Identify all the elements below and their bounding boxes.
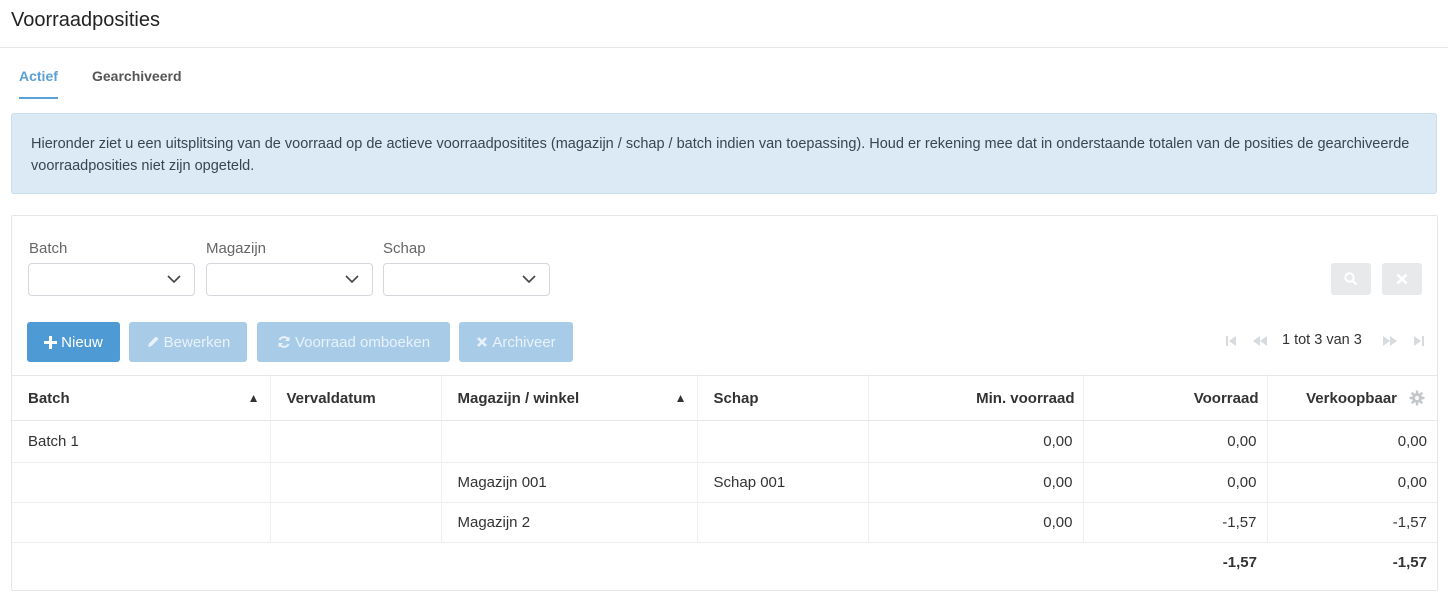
cell-magazijn: Magazijn 001 bbox=[441, 462, 698, 503]
cell-voorraad: -1,57 bbox=[1083, 502, 1268, 543]
cell-voorraad: 0,00 bbox=[1083, 462, 1268, 503]
cell-vervaldatum bbox=[270, 420, 442, 463]
column-header-batch[interactable]: Batch ▲ bbox=[12, 375, 271, 421]
cell-schap bbox=[697, 420, 869, 463]
clear-filter-button[interactable] bbox=[1382, 263, 1422, 295]
cell-vervaldatum bbox=[270, 462, 442, 503]
cell-verkoopbaar: 0,00 bbox=[1267, 420, 1437, 463]
stock-positions-panel: Batch Magazijn Schap Nieuw Bewerken Voor… bbox=[11, 215, 1438, 591]
rebook-stock-label: Voorraad omboeken bbox=[294, 333, 431, 351]
edit-button[interactable]: Bewerken bbox=[129, 322, 247, 362]
cell-min-voorraad: 0,00 bbox=[868, 502, 1084, 543]
first-page-icon[interactable] bbox=[1225, 335, 1237, 347]
archive-button[interactable]: Archiveer bbox=[459, 322, 573, 362]
total-voorraad: -1,57 bbox=[1222, 554, 1257, 572]
plus-icon bbox=[44, 335, 58, 349]
chevron-down-icon bbox=[522, 275, 536, 284]
cell-min-voorraad: 0,00 bbox=[868, 420, 1084, 463]
cell-verkoopbaar: 0,00 bbox=[1267, 462, 1437, 503]
cell-magazijn bbox=[441, 420, 698, 463]
last-page-icon[interactable] bbox=[1413, 335, 1425, 347]
cell-vervaldatum bbox=[270, 502, 442, 543]
batch-filter-label: Batch bbox=[29, 240, 68, 257]
cell-voorraad: 0,00 bbox=[1083, 420, 1268, 463]
table-row[interactable]: Magazijn 2 0,00 -1,57 -1,57 bbox=[12, 502, 1437, 543]
column-header-min-voorraad[interactable]: Min. voorraad bbox=[868, 375, 1084, 421]
cell-batch bbox=[12, 462, 271, 503]
sort-ascending-icon: ▲ bbox=[674, 391, 687, 405]
sort-ascending-icon: ▲ bbox=[247, 391, 260, 405]
cell-batch: Batch 1 bbox=[12, 420, 271, 463]
new-button-label: Nieuw bbox=[61, 333, 103, 351]
table-row[interactable]: Magazijn 001 Schap 001 0,00 0,00 0,00 bbox=[12, 462, 1437, 503]
column-header-verkoopbaar[interactable]: Verkoopbaar bbox=[1267, 375, 1437, 421]
tab-actief[interactable]: Actief bbox=[19, 68, 58, 99]
info-alert: Hieronder ziet u een uitsplitsing van de… bbox=[11, 113, 1437, 194]
magazijn-filter-select[interactable] bbox=[206, 263, 373, 296]
cell-schap: Schap 001 bbox=[697, 462, 869, 503]
table-header-row: Batch ▲ Vervaldatum Magazijn / winkel ▲ Sc… bbox=[12, 375, 1437, 421]
schap-filter-select[interactable] bbox=[383, 263, 550, 296]
page-title: Voorraadposities bbox=[11, 9, 160, 31]
cell-verkoopbaar: -1,57 bbox=[1267, 502, 1437, 543]
cell-min-voorraad: 0,00 bbox=[868, 462, 1084, 503]
column-header-voorraad[interactable]: Voorraad bbox=[1083, 375, 1268, 421]
search-button[interactable] bbox=[1331, 263, 1371, 295]
chevron-down-icon bbox=[167, 275, 181, 284]
totals-row: -1,57 -1,57 bbox=[12, 543, 1437, 583]
schap-filter-label: Schap bbox=[383, 240, 426, 257]
new-button[interactable]: Nieuw bbox=[27, 322, 120, 362]
cell-magazijn: Magazijn 2 bbox=[441, 502, 698, 543]
close-icon bbox=[1396, 273, 1408, 285]
table-row[interactable]: Batch 1 0,00 0,00 0,00 bbox=[12, 420, 1437, 463]
next-page-icon[interactable] bbox=[1382, 335, 1398, 347]
column-header-schap[interactable]: Schap bbox=[697, 375, 869, 421]
batch-filter-select[interactable] bbox=[28, 263, 195, 296]
stock-positions-table: Batch ▲ Vervaldatum Magazijn / winkel ▲ Sc… bbox=[12, 375, 1437, 583]
pencil-icon bbox=[147, 336, 159, 347]
magazijn-filter-label: Magazijn bbox=[206, 240, 267, 257]
column-header-vervaldatum[interactable]: Vervaldatum bbox=[270, 375, 442, 421]
cell-schap bbox=[697, 502, 869, 543]
rebook-stock-button[interactable]: Voorraad omboeken bbox=[257, 322, 450, 362]
refresh-icon bbox=[278, 336, 290, 348]
archive-button-label: Archiveer bbox=[492, 333, 556, 351]
cell-batch bbox=[12, 502, 271, 543]
search-icon bbox=[1344, 272, 1358, 286]
pagination-info: 1 tot 3 van 3 bbox=[1282, 332, 1362, 348]
header-divider bbox=[0, 47, 1448, 48]
gear-icon[interactable] bbox=[1409, 390, 1425, 406]
previous-page-icon[interactable] bbox=[1252, 335, 1268, 347]
tab-gearchiveerd[interactable]: Gearchiveerd bbox=[92, 68, 182, 97]
total-verkoopbaar: -1,57 bbox=[1392, 554, 1427, 572]
close-icon bbox=[477, 337, 488, 347]
edit-button-label: Bewerken bbox=[163, 333, 231, 351]
chevron-down-icon bbox=[345, 275, 359, 284]
column-header-magazijn[interactable]: Magazijn / winkel ▲ bbox=[441, 375, 698, 421]
